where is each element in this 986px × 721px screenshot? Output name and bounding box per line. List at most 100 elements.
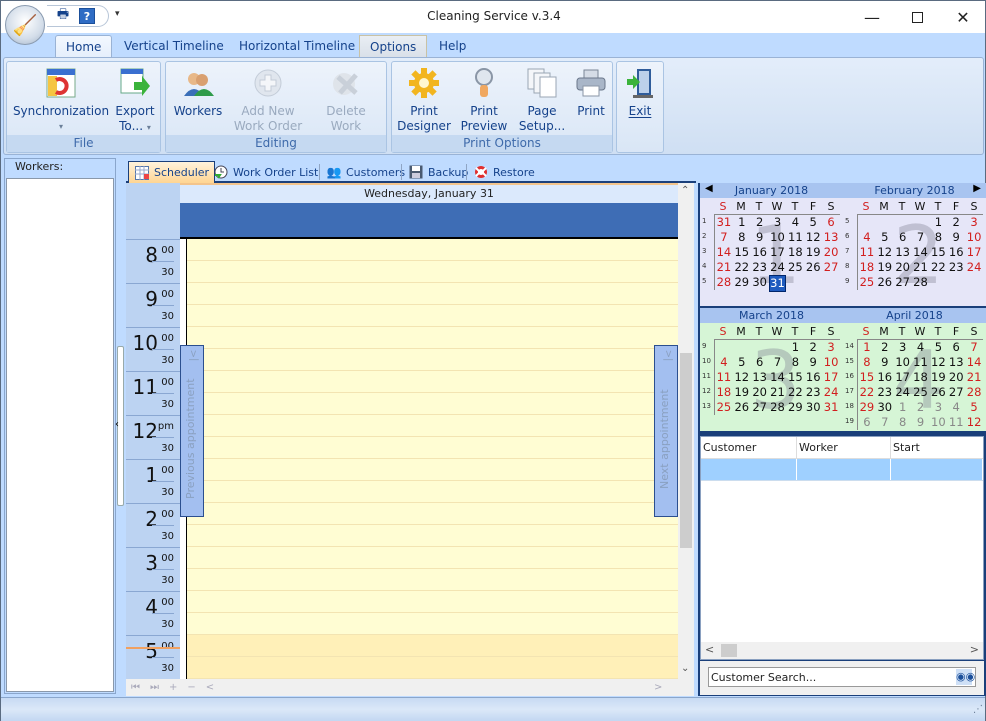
scroll-right-icon[interactable]: > <box>970 643 979 656</box>
minimize-button[interactable]: — <box>849 3 895 31</box>
day-cell[interactable]: 4 <box>786 215 804 230</box>
day-cell[interactable]: 20 <box>947 370 965 385</box>
day-cell[interactable]: 5 <box>804 215 822 230</box>
time-slot[interactable] <box>187 239 679 261</box>
time-slot[interactable] <box>187 349 679 371</box>
day-cell[interactable]: 3 <box>929 400 947 415</box>
day-cell[interactable]: 15 <box>786 370 804 385</box>
tab-restore[interactable]: Restore <box>468 161 540 183</box>
day-cell[interactable]: 24 <box>965 260 983 275</box>
time-slot[interactable] <box>187 613 679 635</box>
day-cell[interactable]: 23 <box>947 260 965 275</box>
workers-button[interactable]: Workers <box>172 66 224 119</box>
list-horizontal-scrollbar[interactable]: < > <box>701 642 983 659</box>
day-cell[interactable]: 26 <box>733 400 751 415</box>
time-slot[interactable] <box>187 525 679 547</box>
day-cell[interactable]: 2 <box>876 340 894 355</box>
day-cell[interactable]: 1 <box>858 340 876 355</box>
day-cell[interactable]: 6 <box>894 230 912 245</box>
day-cell[interactable]: 25 <box>858 275 876 290</box>
tab-customers[interactable]: 👥 Customers <box>321 161 410 183</box>
day-cell[interactable]: 11 <box>947 415 965 430</box>
day-cell[interactable]: 26 <box>804 260 822 275</box>
day-cell[interactable]: 6 <box>822 215 840 230</box>
day-cell[interactable]: 10 <box>894 355 912 370</box>
tab-horizontal-timeline[interactable]: Horizontal Timeline <box>229 35 365 59</box>
day-cell[interactable]: 15 <box>733 245 751 260</box>
scroll-left-icon[interactable]: < <box>206 682 214 693</box>
next-month-icon[interactable]: ▶ <box>973 183 981 194</box>
day-cell[interactable]: 7 <box>876 415 894 430</box>
day-cell[interactable]: 13 <box>894 245 912 260</box>
day-cell[interactable]: 24 <box>769 260 787 275</box>
day-cell[interactable]: 14 <box>769 370 787 385</box>
scroll-up-icon[interactable]: ⌃ <box>681 185 689 196</box>
day-cell[interactable]: 14 <box>912 245 930 260</box>
day-cell[interactable]: 26 <box>876 275 894 290</box>
workers-list[interactable] <box>6 178 114 692</box>
day-cell[interactable]: 25 <box>786 260 804 275</box>
add-resource-icon[interactable]: + <box>169 682 177 693</box>
day-cell[interactable]: 20 <box>751 385 769 400</box>
scroll-left-icon[interactable]: < <box>705 643 714 656</box>
day-cell[interactable]: 2 <box>804 340 822 355</box>
time-slot[interactable] <box>187 481 679 503</box>
day-cell[interactable]: 30 <box>876 400 894 415</box>
scheduler-vertical-scrollbar[interactable]: ⌃ ⌄ <box>678 183 694 679</box>
day-cell[interactable]: 18 <box>912 370 930 385</box>
day-cell[interactable]: 9 <box>751 230 769 245</box>
day-cell[interactable]: 23 <box>751 260 769 275</box>
day-cell[interactable]: 1 <box>894 400 912 415</box>
tab-help[interactable]: Help <box>429 35 476 59</box>
day-cell[interactable]: 31 <box>822 400 840 415</box>
column-customer[interactable]: Customer <box>701 437 797 458</box>
day-cell[interactable]: 12 <box>804 230 822 245</box>
time-slot[interactable] <box>187 569 679 591</box>
day-cell[interactable]: 30 <box>751 275 769 292</box>
day-cell[interactable]: 19 <box>929 370 947 385</box>
time-slot[interactable] <box>187 503 679 525</box>
day-cell[interactable]: 18 <box>786 245 804 260</box>
day-cell[interactable]: 27 <box>894 275 912 290</box>
last-icon[interactable]: ⏭ <box>150 682 159 693</box>
day-cell[interactable]: 21 <box>912 260 930 275</box>
day-cell[interactable]: 10 <box>929 415 947 430</box>
synchronization-button[interactable]: Synchronization ▾ <box>13 66 109 134</box>
tab-vertical-timeline[interactable]: Vertical Timeline <box>114 35 234 59</box>
day-cell[interactable]: 5 <box>965 400 983 415</box>
day-cell[interactable]: 4 <box>947 400 965 415</box>
add-new-work-order-button[interactable]: Add New Work Order <box>232 66 304 134</box>
day-cell[interactable]: 5 <box>929 340 947 355</box>
day-cell[interactable]: 28 <box>715 275 733 292</box>
collapse-panel-splitter[interactable]: ‹ <box>115 346 124 506</box>
remove-resource-icon[interactable]: − <box>187 682 195 693</box>
day-cell[interactable]: 12 <box>876 245 894 260</box>
column-worker[interactable]: Worker <box>797 437 891 458</box>
day-cell[interactable]: 18 <box>858 260 876 275</box>
customer-search-input[interactable] <box>708 667 976 687</box>
day-cell[interactable]: 26 <box>929 385 947 400</box>
day-cell[interactable]: 25 <box>715 400 733 415</box>
print-designer-button[interactable]: Print Designer <box>397 66 451 134</box>
day-cell[interactable]: 8 <box>733 230 751 245</box>
day-cell[interactable]: 4 <box>912 340 930 355</box>
day-cell[interactable]: 12 <box>733 370 751 385</box>
day-cell[interactable]: 29 <box>858 400 876 415</box>
time-slot[interactable] <box>187 393 679 415</box>
day-cell[interactable]: 31 <box>715 215 733 230</box>
day-cell[interactable]: 15 <box>858 370 876 385</box>
day-cell[interactable]: 7 <box>715 230 733 245</box>
day-cell[interactable]: 22 <box>929 260 947 275</box>
time-slot[interactable] <box>187 261 679 283</box>
day-cell[interactable]: 16 <box>876 370 894 385</box>
day-cell[interactable]: 25 <box>912 385 930 400</box>
time-slot[interactable] <box>187 305 679 327</box>
day-cell[interactable]: 11 <box>858 245 876 260</box>
day-cell[interactable]: 13 <box>947 355 965 370</box>
day-cell[interactable]: 13 <box>751 370 769 385</box>
day-cell[interactable]: 19 <box>804 245 822 260</box>
close-button[interactable]: ✕ <box>940 3 986 31</box>
page-setup-button[interactable]: Page Setup... <box>516 66 568 134</box>
time-slot[interactable] <box>187 415 679 437</box>
day-cell[interactable]: 10 <box>769 230 787 245</box>
